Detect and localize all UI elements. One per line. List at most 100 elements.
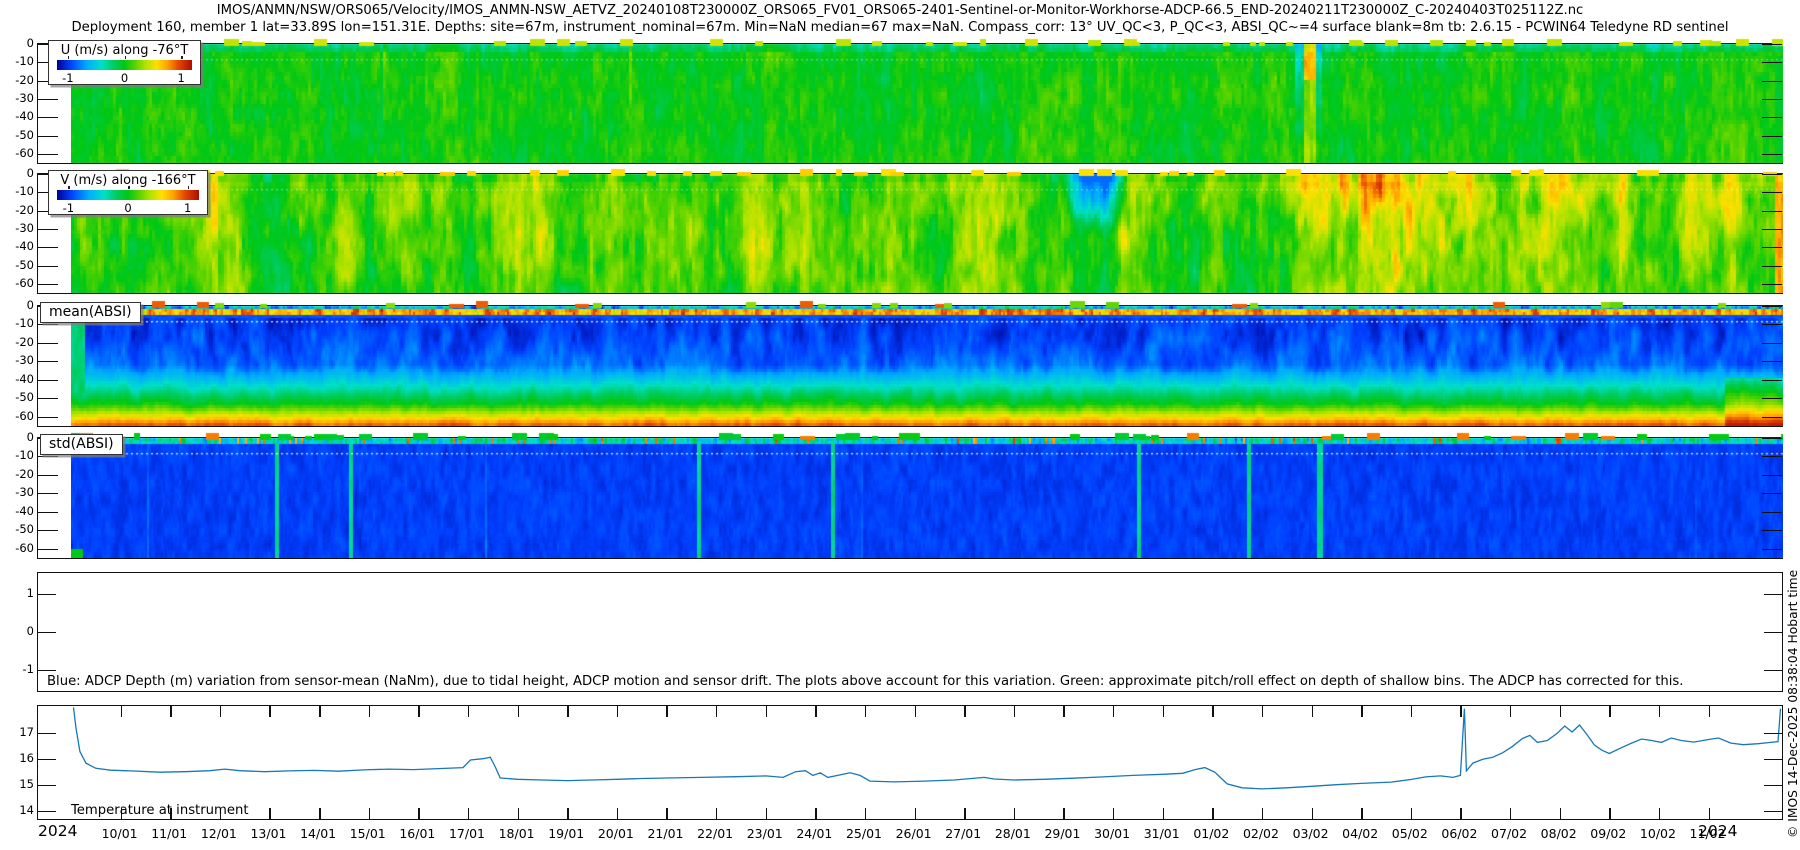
mean-absi-label: mean(ABSI): [40, 302, 141, 323]
heatmap-canvas: [71, 300, 1783, 426]
x-tick-mark: [1014, 808, 1015, 819]
y-tick-mark-right: [1762, 136, 1782, 137]
y-tick-label: -50: [2, 524, 34, 535]
x-axis-date-label: 10/01: [97, 826, 143, 841]
y-tick-mark-right: [1762, 154, 1782, 155]
y-tick-mark-right: [1764, 594, 1782, 595]
y-tick-mark-right: [1762, 174, 1782, 175]
x-tick-mark: [1361, 808, 1362, 819]
x-tick-mark: [1262, 808, 1263, 819]
x-tick-mark: [220, 706, 221, 717]
x-axis-date-label: 30/01: [1089, 826, 1135, 841]
panel-std-absi-heatmap: std(ABSI) 0-10-20-30-40-50-60: [37, 437, 1783, 559]
colorbar-tick-mark: [188, 186, 190, 189]
x-axis-date-label: 25/01: [841, 826, 887, 841]
y-tick-label: -60: [2, 148, 34, 159]
y-tick-mark-right: [1762, 361, 1782, 362]
x-tick-mark: [617, 808, 618, 819]
x-tick-mark: [369, 706, 370, 717]
x-tick-mark: [1063, 808, 1064, 819]
x-tick-mark: [1411, 706, 1412, 717]
x-axis-date-label: 29/01: [1039, 826, 1085, 841]
y-tick-mark-right: [1762, 192, 1782, 193]
y-tick-label: -10: [2, 186, 34, 197]
colorbar-tick-label: -1: [57, 201, 79, 215]
x-axis-date-label: 03/02: [1288, 826, 1334, 841]
y-tick-mark-left: [38, 493, 58, 494]
y-tick-label: -40: [2, 506, 34, 517]
x-axis-date-label: 04/02: [1337, 826, 1383, 841]
colorbar-tick-mark: [68, 186, 70, 189]
x-axis-date-label: 09/02: [1585, 826, 1631, 841]
y-tick-label: -10: [2, 56, 34, 67]
colorbar-u: [57, 60, 192, 70]
y-tick-label: -10: [2, 450, 34, 461]
colorbar-tick-label: 0: [114, 71, 136, 85]
x-axis-date-label: 27/01: [940, 826, 986, 841]
x-tick-mark: [418, 808, 419, 819]
x-axis-date-label: 11/01: [146, 826, 192, 841]
y-tick-mark-left: [38, 594, 56, 595]
y-tick-label: 17: [2, 727, 34, 738]
x-tick-mark: [815, 808, 816, 819]
x-axis-date-label: 14/01: [295, 826, 341, 841]
x-axis-date-label: 13/01: [245, 826, 291, 841]
y-tick-mark-left: [38, 284, 58, 285]
y-tick-label: -60: [2, 411, 34, 422]
y-tick-mark-left: [38, 398, 58, 399]
x-tick-mark: [269, 706, 270, 717]
y-tick-label: -30: [2, 487, 34, 498]
y-tick-mark-right: [1764, 785, 1782, 786]
x-axis-date-label: 28/01: [990, 826, 1036, 841]
x-axis-date-label: 31/01: [1139, 826, 1185, 841]
y-tick-label: -30: [2, 223, 34, 234]
y-tick-mark-right: [1762, 456, 1782, 457]
colorbar-v: [57, 190, 199, 200]
y-tick-mark-left: [38, 380, 58, 381]
x-tick-mark: [1411, 808, 1412, 819]
colorbar-u-ticks: -101: [57, 71, 192, 85]
x-axis-date-label: 07/02: [1486, 826, 1532, 841]
colorbar-tick-label: 1: [170, 71, 192, 85]
x-tick-mark: [1659, 808, 1660, 819]
y-tick-label: -60: [2, 543, 34, 554]
y-tick-mark-left: [38, 512, 58, 513]
legend-v-velocity: V (m/s) along -166°T -101: [48, 170, 208, 215]
heatmap-canvas: [71, 38, 1783, 163]
x-tick-mark: [121, 706, 122, 717]
y-tick-mark-right: [1762, 475, 1782, 476]
x-tick-mark: [1312, 808, 1313, 819]
y-tick-mark-right: [1762, 99, 1782, 100]
y-tick-mark-left: [38, 475, 58, 476]
y-tick-label: -10: [2, 318, 34, 329]
heatmap-canvas: [71, 432, 1783, 558]
y-tick-label: 16: [2, 753, 34, 764]
y-tick-mark-left: [38, 785, 56, 786]
y-tick-mark-left: [38, 343, 58, 344]
x-axis-date-label: 10/02: [1635, 826, 1681, 841]
y-tick-mark-left: [38, 530, 58, 531]
y-tick-mark-left: [38, 99, 58, 100]
y-tick-mark-left: [38, 759, 56, 760]
x-tick-mark: [716, 808, 717, 819]
colorbar-tick-mark: [125, 56, 127, 59]
y-tick-label: 0: [2, 626, 34, 637]
x-axis-date-label: 21/01: [642, 826, 688, 841]
colorbar-tick-label: 1: [177, 201, 199, 215]
colorbar-tick-mark: [128, 186, 130, 189]
colorbar-v-ticks: -101: [57, 201, 199, 215]
y-tick-label: -50: [2, 260, 34, 271]
x-tick-mark: [369, 808, 370, 819]
y-tick-label: 0: [2, 432, 34, 443]
x-tick-mark: [1609, 706, 1610, 717]
x-tick-mark: [915, 808, 916, 819]
x-tick-mark: [567, 808, 568, 819]
x-axis-date-label: 05/02: [1387, 826, 1433, 841]
y-tick-label: -30: [2, 355, 34, 366]
x-axis-date-label: 22/01: [692, 826, 738, 841]
x-axis-date-label: 01/02: [1188, 826, 1234, 841]
x-tick-mark: [964, 706, 965, 717]
panel-mean-absi-heatmap: mean(ABSI) 0-10-20-30-40-50-60: [37, 305, 1783, 427]
y-tick-label: -20: [2, 337, 34, 348]
x-tick-mark: [766, 706, 767, 717]
